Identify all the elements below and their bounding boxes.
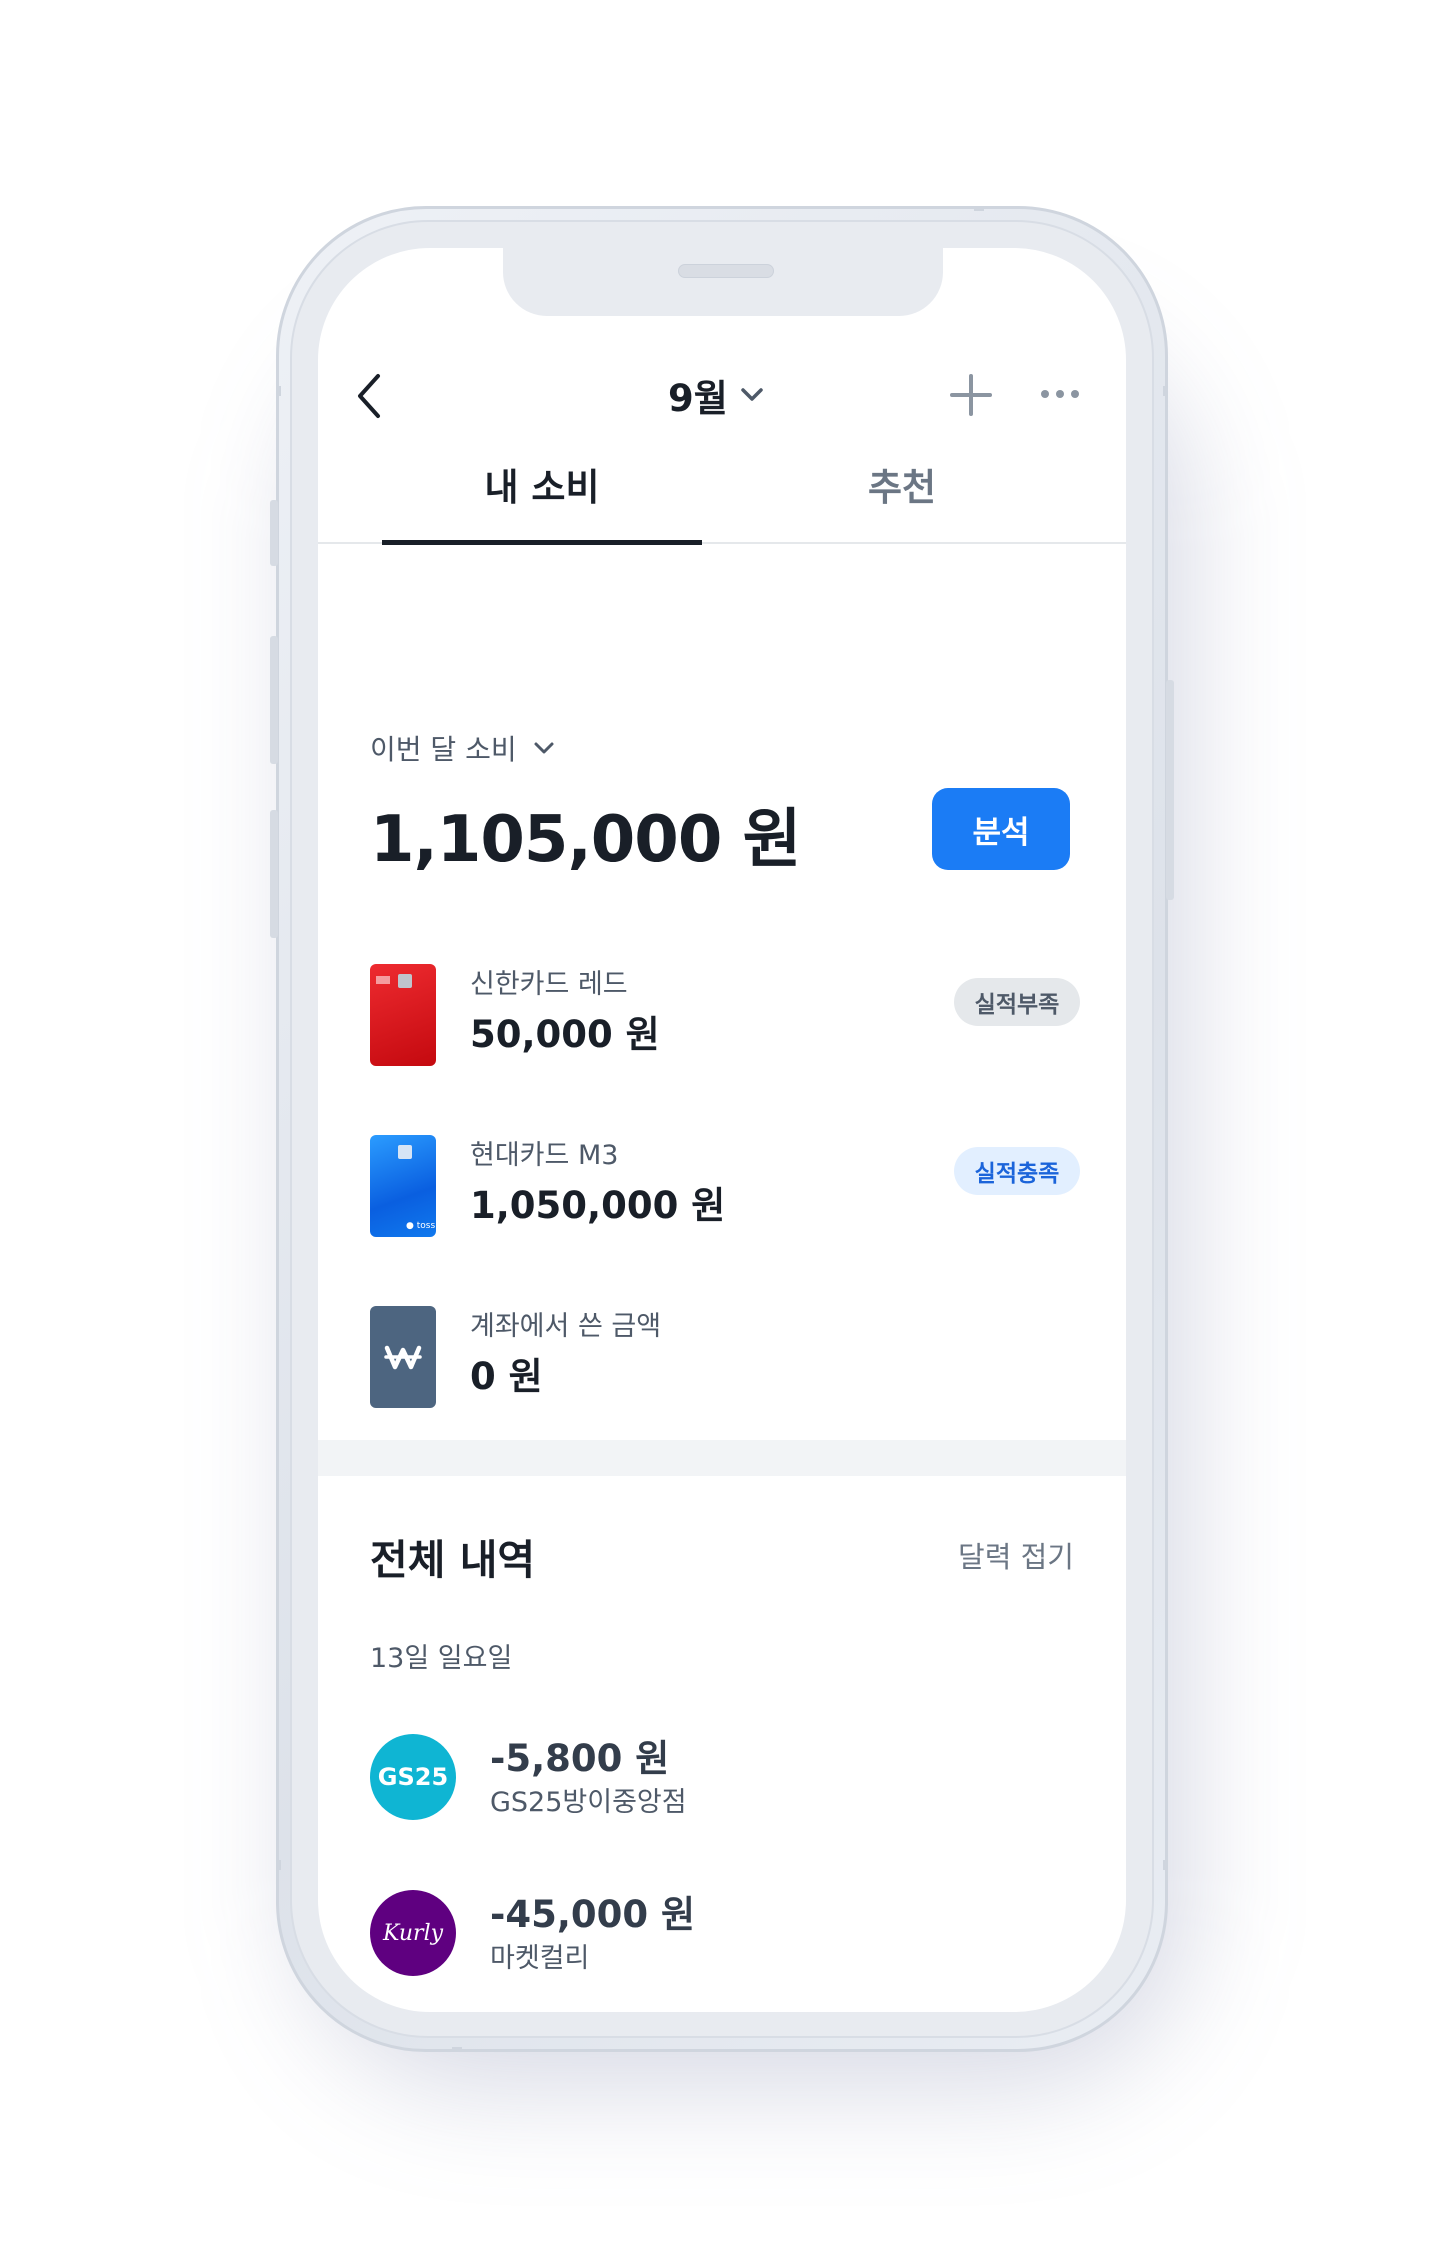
spending-item[interactable]: 신한카드 레드 50,000 원 실적부족 [370, 960, 1080, 1070]
date-header: 13일 일요일 [370, 1643, 513, 1674]
spending-item[interactable]: ● toss 현대카드 M3 1,050,000 원 실적충족 [370, 1131, 1080, 1241]
status-badge: 실적부족 [954, 978, 1080, 1026]
antenna-line [276, 386, 281, 396]
analyze-button[interactable]: 분석 [932, 788, 1070, 870]
transaction-row[interactable]: Kurly -45,000 원 마켓컬리 [370, 1884, 1074, 1984]
status-badge: 실적충족 [954, 1147, 1080, 1195]
won-icon [384, 1345, 422, 1370]
nav-bar: 9월 [318, 358, 1126, 438]
volume-down-button [270, 810, 278, 938]
antenna-line [1163, 386, 1168, 396]
spending-amount: 50,000 원 [470, 1013, 660, 1056]
red-card-icon [370, 964, 436, 1066]
spending-amount: 0 원 [470, 1355, 543, 1398]
gs25-logo: GS25 [370, 1734, 456, 1820]
antenna-line [276, 1860, 281, 1870]
power-button [1166, 680, 1174, 900]
transaction-merchant: 마켓컬리 [490, 1943, 590, 1974]
period-selector[interactable]: 이번 달 소비 [370, 728, 557, 768]
history-title: 전체 내역 [370, 1536, 536, 1584]
period-label: 이번 달 소비 [370, 733, 517, 766]
spending-item[interactable]: 계좌에서 쓴 금액 0 원 [370, 1302, 1074, 1412]
silent-switch [270, 500, 278, 566]
kurly-logo: Kurly [370, 1890, 456, 1976]
active-tab-indicator [382, 540, 702, 545]
antenna-line [1163, 1860, 1168, 1870]
plus-icon[interactable] [948, 372, 994, 418]
transaction-amount: -5,800 원 [490, 1737, 670, 1780]
section-divider [318, 1440, 1126, 1476]
more-icon[interactable] [1040, 384, 1080, 404]
earpiece-speaker [678, 264, 774, 278]
tab-bar: 내 소비 추천 [318, 448, 1126, 544]
tab-recommendation[interactable]: 추천 [742, 448, 1062, 544]
back-arrow-icon[interactable] [352, 370, 388, 422]
card-chip [398, 1145, 412, 1159]
notch [503, 248, 943, 316]
transaction-row[interactable]: GS25 -5,800 원 GS25방이중앙점 [370, 1728, 1074, 1828]
calendar-toggle-button[interactable]: 달력 접기 [958, 1534, 1074, 1576]
toss-mark: ● toss [406, 1221, 436, 1231]
card-chip [398, 974, 412, 988]
chevron-down-icon [534, 742, 554, 754]
antenna-line [452, 2047, 462, 2052]
transaction-amount: -45,000 원 [490, 1893, 696, 1936]
spending-name: 신한카드 레드 [470, 969, 628, 1000]
volume-up-button [270, 636, 278, 764]
spending-name: 현대카드 M3 [470, 1140, 619, 1171]
spending-amount: 1,050,000 원 [470, 1184, 726, 1227]
account-icon [370, 1306, 436, 1408]
spending-name: 계좌에서 쓴 금액 [470, 1311, 662, 1342]
card-logo-mark [376, 976, 390, 984]
tab-my-spending[interactable]: 내 소비 [382, 448, 702, 544]
total-spending: 1,105,000 원 [370, 803, 802, 877]
app-screen: 9월 내 소비 추천 이번 달 소비 1,105,000 원 분석 신한카드 레… [318, 248, 1126, 2012]
blue-card-icon: ● toss [370, 1135, 436, 1237]
month-label: 9월 [668, 377, 728, 420]
month-selector[interactable]: 9월 [668, 370, 766, 420]
transaction-merchant: GS25방이중앙점 [490, 1787, 687, 1818]
chevron-down-icon [741, 388, 763, 401]
antenna-line [974, 206, 984, 211]
